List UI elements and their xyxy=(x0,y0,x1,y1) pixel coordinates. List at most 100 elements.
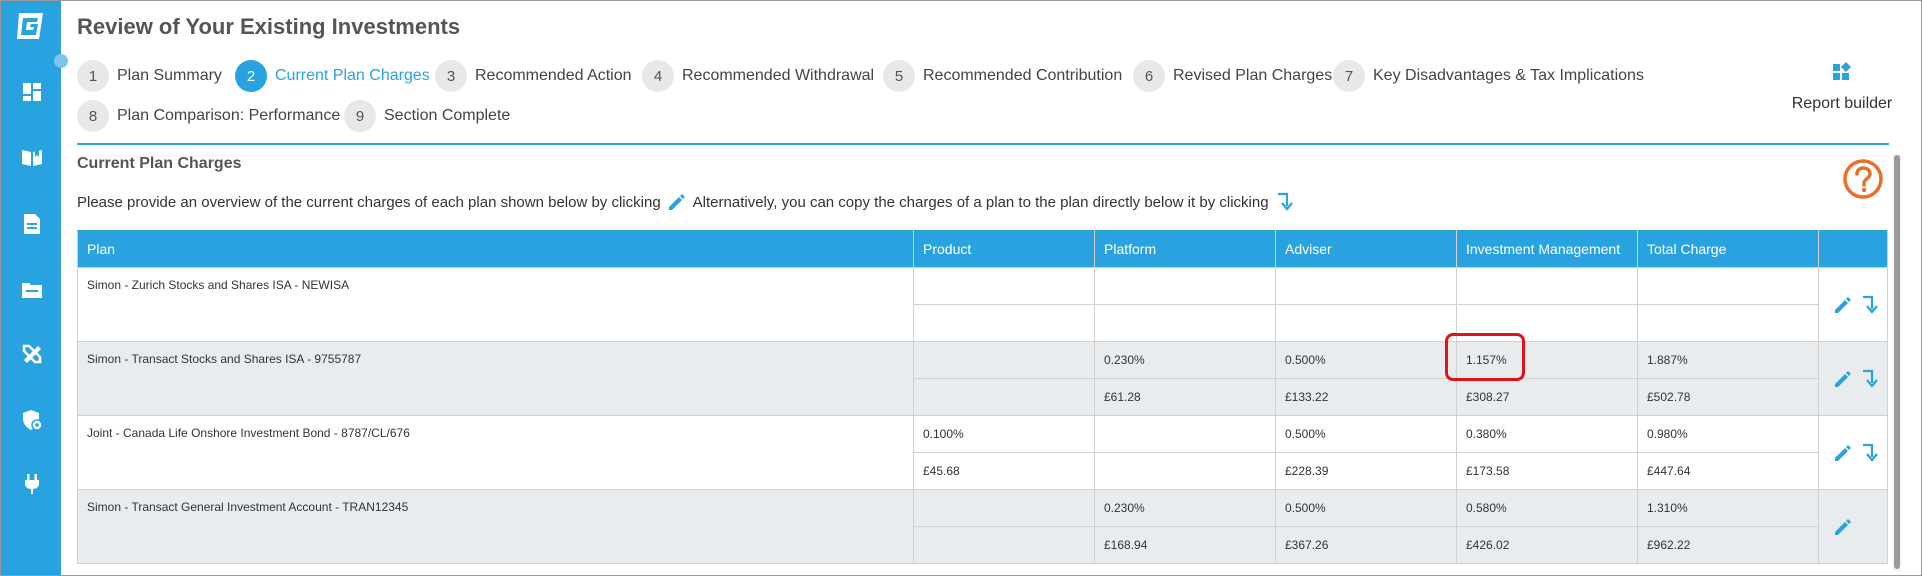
product-amount xyxy=(913,378,1095,416)
product-pct: 0.100% xyxy=(913,415,1095,453)
scrollbar-thumb[interactable] xyxy=(1894,155,1900,569)
adviser-amount xyxy=(1275,304,1457,342)
header-actions xyxy=(1818,230,1888,268)
row-actions xyxy=(1818,267,1888,342)
step-label: Revised Plan Charges xyxy=(1173,67,1333,84)
sidebar xyxy=(1,1,68,575)
dashboard-icon[interactable] xyxy=(19,79,45,105)
edit-pencil-icon[interactable] xyxy=(1833,295,1853,315)
copy-down-arrow-icon[interactable] xyxy=(1860,369,1880,389)
total-charge-amount: £447.64 xyxy=(1637,452,1819,490)
step-key-disadvantages[interactable]: 7 Key Disadvantages & Tax Implications xyxy=(1333,60,1644,92)
step-label: Plan Comparison: Performance xyxy=(117,107,341,124)
book-icon[interactable] xyxy=(19,145,45,171)
row-actions xyxy=(1818,341,1888,416)
total-charge-amount: £962.22 xyxy=(1637,526,1819,564)
step-revised-plan-charges[interactable]: 6 Revised Plan Charges xyxy=(1133,60,1332,92)
step-label: Plan Summary xyxy=(117,67,222,84)
step-current-plan-charges[interactable]: 2 Current Plan Charges xyxy=(235,60,430,92)
investment-management-amount: £173.58 xyxy=(1456,452,1638,490)
header-total-charge: Total Charge xyxy=(1637,230,1819,268)
product-pct xyxy=(913,267,1095,305)
report-builder-button[interactable]: Report builder xyxy=(1790,62,1894,113)
investment-management-pct xyxy=(1456,267,1638,305)
shield-icon[interactable] xyxy=(19,407,45,433)
table-row: Simon - Transact Stocks and Shares ISA -… xyxy=(77,341,1888,416)
adviser-amount: £367.26 xyxy=(1275,526,1457,564)
step-recommended-withdrawal[interactable]: 4 Recommended Withdrawal xyxy=(642,60,874,92)
adviser-pct: 0.500% xyxy=(1275,341,1457,379)
logo-icon[interactable] xyxy=(13,9,47,43)
platform-amount xyxy=(1094,452,1276,490)
step-recommended-contribution[interactable]: 5 Recommended Contribution xyxy=(883,60,1122,92)
step-label: Recommended Action xyxy=(475,67,632,84)
platform-amount: £61.28 xyxy=(1094,378,1276,416)
copy-down-arrow-icon[interactable] xyxy=(1860,443,1880,463)
product-amount xyxy=(913,304,1095,342)
product-amount: £45.68 xyxy=(913,452,1095,490)
step-label: Recommended Withdrawal xyxy=(682,67,875,84)
row-actions xyxy=(1818,489,1888,564)
step-number: 7 xyxy=(1333,60,1365,92)
header-product: Product xyxy=(913,230,1095,268)
plug-icon[interactable] xyxy=(19,471,45,497)
step-number: 5 xyxy=(883,60,915,92)
step-number: 3 xyxy=(435,60,467,92)
total-charge-amount: £502.78 xyxy=(1637,378,1819,416)
plan-name: Simon - Transact Stocks and Shares ISA -… xyxy=(77,341,914,416)
product-pct xyxy=(913,489,1095,527)
tools-icon[interactable] xyxy=(19,341,45,367)
help-icon[interactable] xyxy=(1842,158,1884,200)
adviser-pct: 0.500% xyxy=(1275,415,1457,453)
total-charge-amount xyxy=(1637,304,1819,342)
highlight-box xyxy=(1445,333,1525,381)
copy-down-arrow-icon[interactable] xyxy=(1860,295,1880,315)
header-adviser: Adviser xyxy=(1275,230,1457,268)
product-pct xyxy=(913,341,1095,379)
total-charge-pct xyxy=(1637,267,1819,305)
investment-management-amount: £426.02 xyxy=(1456,526,1638,564)
sidebar-collapse-button[interactable] xyxy=(54,54,68,68)
report-builder-icon xyxy=(1831,62,1853,86)
platform-pct xyxy=(1094,267,1276,305)
plan-name: Simon - Transact General Investment Acco… xyxy=(77,489,914,564)
investment-management-amount: £308.27 xyxy=(1456,378,1638,416)
instructions-text-copy: Alternatively, you can copy the charges … xyxy=(692,193,1269,211)
step-section-complete[interactable]: 9 Section Complete xyxy=(344,100,510,132)
investment-management-pct: 0.580% xyxy=(1456,489,1638,527)
step-label: Current Plan Charges xyxy=(275,67,430,84)
plan-name: Simon - Zurich Stocks and Shares ISA - N… xyxy=(77,267,914,342)
edit-pencil-icon[interactable] xyxy=(1833,517,1853,537)
step-number: 9 xyxy=(344,100,376,132)
step-plan-summary[interactable]: 1 Plan Summary xyxy=(77,60,222,92)
table-row: Joint - Canada Life Onshore Investment B… xyxy=(77,415,1888,490)
section-title: Current Plan Charges xyxy=(77,155,242,172)
step-plan-comparison-performance[interactable]: 8 Plan Comparison: Performance xyxy=(77,100,340,132)
platform-amount: £168.94 xyxy=(1094,526,1276,564)
step-number: 2 xyxy=(235,60,267,92)
pencil-icon xyxy=(667,192,687,212)
header-investment-management: Investment Management xyxy=(1456,230,1638,268)
step-label: Key Disadvantages & Tax Implications xyxy=(1373,67,1644,84)
header-plan: Plan xyxy=(77,230,914,268)
total-charge-pct: 1.310% xyxy=(1637,489,1819,527)
adviser-pct xyxy=(1275,267,1457,305)
folder-icon[interactable] xyxy=(19,277,45,303)
edit-pencil-icon[interactable] xyxy=(1833,443,1853,463)
table-row: Simon - Transact General Investment Acco… xyxy=(77,489,1888,564)
instructions: Please provide an overview of the curren… xyxy=(77,192,1301,212)
product-amount xyxy=(913,526,1095,564)
edit-pencil-icon[interactable] xyxy=(1833,369,1853,389)
platform-pct: 0.230% xyxy=(1094,489,1276,527)
total-charge-pct: 1.887% xyxy=(1637,341,1819,379)
step-label: Section Complete xyxy=(384,107,511,124)
header-platform: Platform xyxy=(1094,230,1276,268)
report-builder-label: Report builder xyxy=(1791,95,1893,112)
header-divider xyxy=(77,143,1889,145)
platform-amount xyxy=(1094,304,1276,342)
document-icon[interactable] xyxy=(19,211,45,237)
total-charge-pct: 0.980% xyxy=(1637,415,1819,453)
row-actions xyxy=(1818,415,1888,490)
step-number: 4 xyxy=(642,60,674,92)
step-recommended-action[interactable]: 3 Recommended Action xyxy=(435,60,632,92)
